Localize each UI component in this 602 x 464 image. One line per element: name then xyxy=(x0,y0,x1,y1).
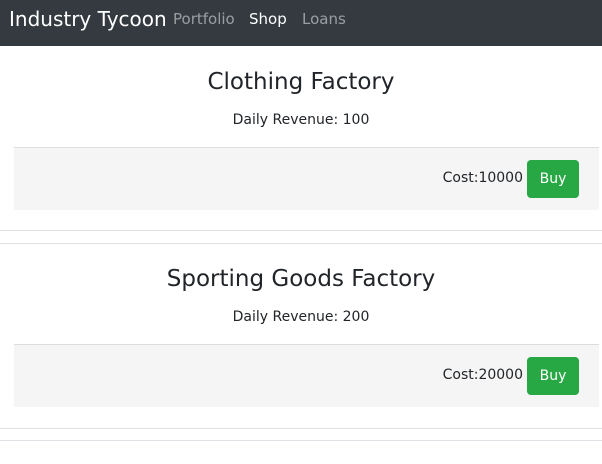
shop-item-footer: Cost:10000 Buy xyxy=(14,147,599,210)
buy-button[interactable]: Buy xyxy=(527,357,579,395)
shop-item-card: Clothing Factory Daily Revenue: 100 Cost… xyxy=(0,46,602,231)
navbar-brand[interactable]: Industry Tycoon xyxy=(9,7,167,31)
shop-item-title: Clothing Factory xyxy=(207,69,395,95)
shop-item-footer: Cost:20000 Buy xyxy=(14,344,599,407)
shop-item-revenue: Daily Revenue: 200 xyxy=(232,309,370,325)
card-divider xyxy=(0,230,602,231)
navbar: Industry Tycoon Portfolio Shop Loans xyxy=(0,0,602,46)
shop-item-title: Sporting Goods Factory xyxy=(166,266,436,292)
shop-item-cost: Cost:20000 xyxy=(442,367,523,383)
shop-item-cost: Cost:10000 xyxy=(442,170,523,186)
card-divider xyxy=(0,440,602,441)
nav-link-loans[interactable]: Loans xyxy=(302,9,346,29)
shop-item-revenue: Daily Revenue: 100 xyxy=(232,112,370,128)
card-divider xyxy=(0,428,602,429)
nav-link-shop[interactable]: Shop xyxy=(249,9,287,29)
shop-item-card: Sporting Goods Factory Daily Revenue: 20… xyxy=(0,243,602,429)
buy-button[interactable]: Buy xyxy=(527,160,579,198)
nav-link-portfolio[interactable]: Portfolio xyxy=(173,9,235,29)
